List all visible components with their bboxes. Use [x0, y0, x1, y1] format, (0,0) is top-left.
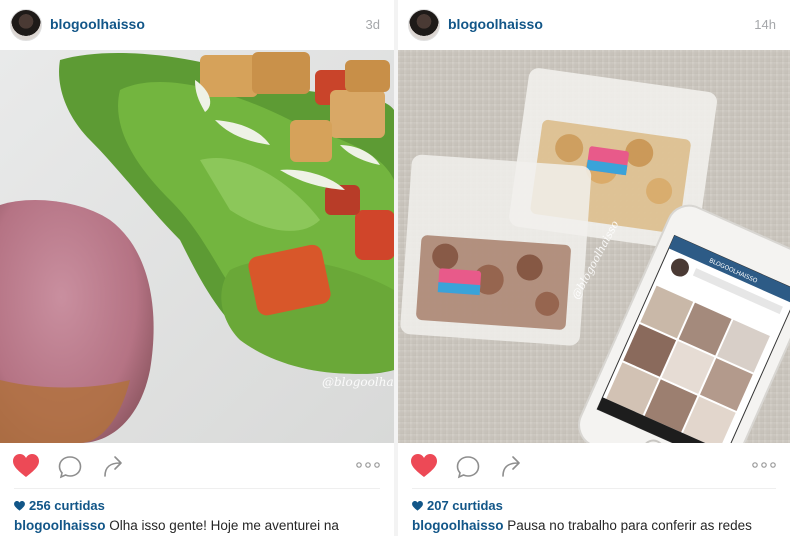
post-username[interactable]: blogoolhaisso	[448, 16, 543, 32]
post-2: blogoolhaisso 14h BLOGOOLHAISSO @blogool…	[398, 0, 790, 536]
post-timestamp[interactable]: 3d	[366, 17, 380, 32]
post-username[interactable]: blogoolhaisso	[50, 16, 145, 32]
post-caption: blogoolhaisso Olha isso gente! Hoje me a…	[14, 518, 380, 533]
popcorn-phone-photo-image: BLOGOOLHAISSO @blogoolhaisso	[398, 50, 790, 443]
heart-icon	[411, 454, 437, 477]
likes-count[interactable]: 256 curtidas	[14, 498, 105, 513]
heart-icon	[13, 454, 39, 477]
post-photo[interactable]: @blogoolhaisso	[0, 50, 394, 443]
avatar[interactable]	[10, 9, 42, 41]
caption-username[interactable]: blogoolhaisso	[412, 518, 504, 533]
post-caption: blogoolhaisso Pausa no trabalho para con…	[412, 518, 776, 533]
avatar[interactable]	[408, 9, 440, 41]
comment-icon	[456, 456, 480, 479]
share-icon	[502, 456, 520, 477]
more-options-button[interactable]	[356, 460, 380, 470]
small-heart-icon	[412, 500, 423, 511]
like-button[interactable]	[13, 454, 39, 478]
post-header: blogoolhaisso 3d	[0, 0, 394, 50]
likes-label: 256 curtidas	[29, 498, 105, 513]
comment-button[interactable]	[58, 455, 82, 479]
post-timestamp[interactable]: 14h	[754, 17, 776, 32]
post-actions	[0, 448, 394, 486]
post-1: blogoolhaisso 3d @blogoolha 256 curtidas…	[0, 0, 394, 536]
caption-text: Pausa no trabalho para conferir as redes	[507, 518, 752, 533]
more-icon	[752, 462, 776, 468]
caption-username[interactable]: blogoolhaisso	[14, 518, 106, 533]
post-actions	[398, 448, 790, 486]
divider	[14, 488, 380, 489]
small-heart-icon	[14, 500, 25, 511]
like-button[interactable]	[411, 454, 437, 478]
comment-icon	[58, 456, 82, 479]
share-button[interactable]	[501, 454, 523, 478]
likes-label: 207 curtidas	[427, 498, 503, 513]
post-photo[interactable]: BLOGOOLHAISSO @blogoolhaisso	[398, 50, 790, 443]
photo-watermark: @blogoolhaisso	[322, 375, 394, 389]
share-button[interactable]	[103, 454, 125, 478]
caption-text: Olha isso gente! Hoje me aventurei na	[109, 518, 339, 533]
likes-count[interactable]: 207 curtidas	[412, 498, 503, 513]
post-header: blogoolhaisso 14h	[398, 0, 790, 50]
salad-photo-image: @blogoolhaisso	[0, 50, 394, 443]
divider	[412, 488, 776, 489]
more-options-button[interactable]	[752, 460, 776, 470]
comment-button[interactable]	[456, 455, 480, 479]
share-icon	[104, 456, 122, 477]
more-icon	[356, 462, 380, 468]
